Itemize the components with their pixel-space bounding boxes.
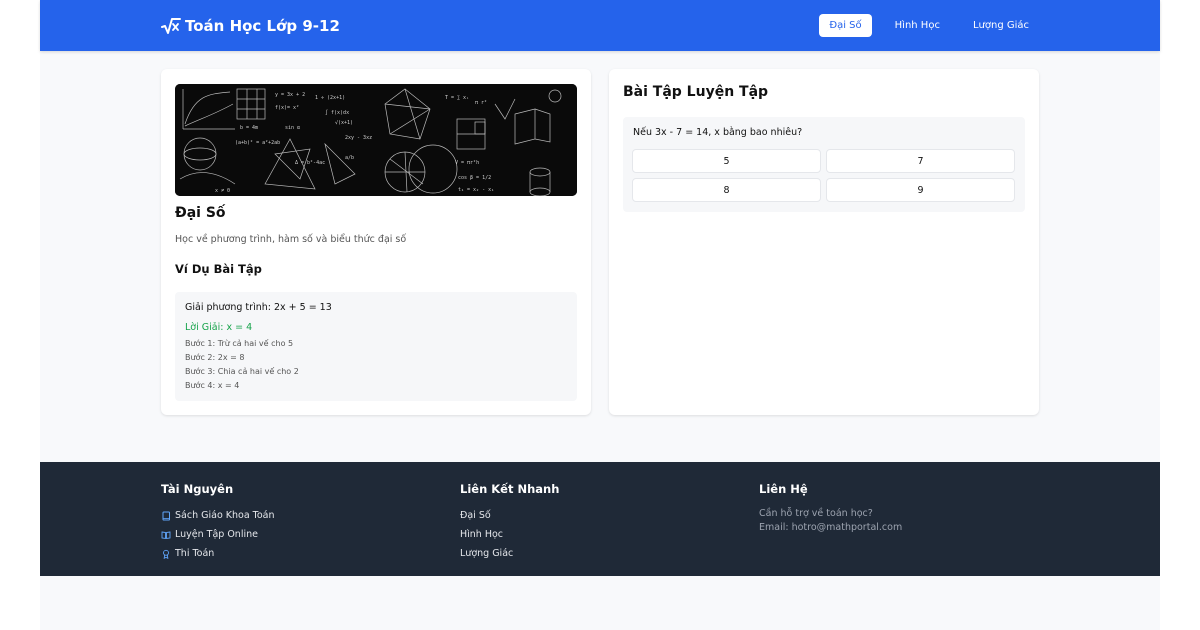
footer-link-label: Luyện Tập Online xyxy=(175,529,258,540)
nav-item-dai-so[interactable]: Đại Số xyxy=(819,14,872,37)
svg-text:t₁ = x₂ - x₁: t₁ = x₂ - x₁ xyxy=(458,187,494,193)
example-question: Giải phương trình: 2x + 5 = 13 xyxy=(185,302,332,313)
footer-link-exam[interactable]: Thi Toán xyxy=(161,544,275,563)
svg-text:cos β = 1/2: cos β = 1/2 xyxy=(458,175,491,181)
svg-text:T = ∑ xᵢ: T = ∑ xᵢ xyxy=(445,95,469,101)
svg-text:√(x+1): √(x+1) xyxy=(335,120,353,126)
top-navbar: Toán Học Lớp 9-12 Đại Số Hình Học Lượng … xyxy=(40,0,1160,51)
lesson-description: Học về phương trình, hàm số và biểu thức… xyxy=(175,234,407,245)
footer-link-dai-so[interactable]: Đại Số xyxy=(460,506,559,525)
example-step: Bước 4: x = 4 xyxy=(185,381,240,390)
footer-link-label: Sách Giáo Khoa Toán xyxy=(175,510,275,521)
svg-text:x ≠ 0: x ≠ 0 xyxy=(215,188,230,194)
svg-text:a/b: a/b xyxy=(345,155,354,161)
footer-resources: Tài Nguyên Sách Giáo Khoa Toán Luyện Tập… xyxy=(161,482,275,563)
svg-text:1 ÷ (2x+1): 1 ÷ (2x+1) xyxy=(315,95,345,101)
svg-text:sin α: sin α xyxy=(285,125,300,131)
lesson-title: Đại Số xyxy=(175,205,226,221)
footer-link-hinh-hoc[interactable]: Hình Học xyxy=(460,525,559,544)
example-steps: Bước 1: Trừ cả hai vế cho 5 Bước 2: 2x =… xyxy=(185,339,567,390)
svg-text:∫ f(x)dx: ∫ f(x)dx xyxy=(325,109,349,116)
svg-text:Δ = b²-4ac: Δ = b²-4ac xyxy=(295,160,325,166)
answer-option-d[interactable]: 9 xyxy=(826,178,1015,202)
example-heading: Ví Dụ Bài Tập xyxy=(175,262,262,276)
practice-card: Bài Tập Luyện Tập Nếu 3x - 7 = 14, x bằn… xyxy=(609,69,1039,415)
svg-text:2xy - 3xz: 2xy - 3xz xyxy=(345,135,372,141)
practice-title: Bài Tập Luyện Tập xyxy=(623,84,769,100)
svg-text:(a+b)² = a²+2ab: (a+b)² = a²+2ab xyxy=(235,140,280,146)
main-nav: Đại Số Hình Học Lượng Giác xyxy=(806,14,1039,37)
quiz-box: Nếu 3x - 7 = 14, x bằng bao nhiêu? 5 7 8… xyxy=(623,117,1025,212)
chalkboard-math-image: b = 4m y = 3x + 2 f(x)= x² 1 ÷ (2x+1) (a… xyxy=(175,84,577,196)
quiz-question: Nếu 3x - 7 = 14, x bằng bao nhiêu? xyxy=(633,127,803,138)
footer: Tài Nguyên Sách Giáo Khoa Toán Luyện Tập… xyxy=(40,462,1160,576)
footer-contact-heading: Liên Hệ xyxy=(759,482,808,496)
example-step: Bước 1: Trừ cả hai vế cho 5 xyxy=(185,339,294,348)
footer-link-textbook[interactable]: Sách Giáo Khoa Toán xyxy=(161,506,275,525)
page: Toán Học Lớp 9-12 Đại Số Hình Học Lượng … xyxy=(40,0,1160,630)
footer-link-label: Thi Toán xyxy=(175,548,215,559)
award-icon xyxy=(161,549,171,559)
open-book-icon xyxy=(161,530,171,540)
square-root-x-icon xyxy=(161,16,181,36)
footer-link-practice-online[interactable]: Luyện Tập Online xyxy=(161,525,275,544)
example-answer: Lời Giải: x = 4 xyxy=(185,322,253,333)
brand[interactable]: Toán Học Lớp 9-12 xyxy=(161,15,340,37)
svg-text:y = 3x + 2: y = 3x + 2 xyxy=(275,92,305,98)
svg-text:π r²: π r² xyxy=(475,100,487,106)
nav-item-luong-giac[interactable]: Lượng Giác xyxy=(963,14,1039,37)
footer-contact-email[interactable]: Email: hotro@mathportal.com xyxy=(759,520,902,534)
footer-resources-heading: Tài Nguyên xyxy=(161,482,234,496)
answer-option-c[interactable]: 8 xyxy=(632,178,821,202)
example-step: Bước 2: 2x = 8 xyxy=(185,353,245,362)
answer-option-a[interactable]: 5 xyxy=(632,149,821,173)
svg-text:V = πr²h: V = πr²h xyxy=(455,160,479,166)
svg-text:f(x)= x²: f(x)= x² xyxy=(275,105,299,111)
example-box: Giải phương trình: 2x + 5 = 13 Lời Giải:… xyxy=(175,292,577,401)
footer-link-luong-giac[interactable]: Lượng Giác xyxy=(460,544,559,563)
answer-option-b[interactable]: 7 xyxy=(826,149,1015,173)
example-step: Bước 3: Chia cả hai vế cho 2 xyxy=(185,367,299,376)
lesson-card: b = 4m y = 3x + 2 f(x)= x² 1 ÷ (2x+1) (a… xyxy=(161,69,591,415)
nav-item-hinh-hoc[interactable]: Hình Học xyxy=(885,14,950,37)
svg-text:b = 4m: b = 4m xyxy=(240,125,258,131)
footer-quick-links-heading: Liên Kết Nhanh xyxy=(460,482,560,496)
footer-contact: Liên Hệ Cần hỗ trợ về toán học? Email: h… xyxy=(759,482,902,534)
footer-quick-links: Liên Kết Nhanh Đại Số Hình Học Lượng Giá… xyxy=(460,482,559,563)
footer-contact-text: Cần hỗ trợ về toán học? xyxy=(759,507,873,519)
site-title: Toán Học Lớp 9-12 xyxy=(185,17,340,35)
book-icon xyxy=(161,511,171,521)
